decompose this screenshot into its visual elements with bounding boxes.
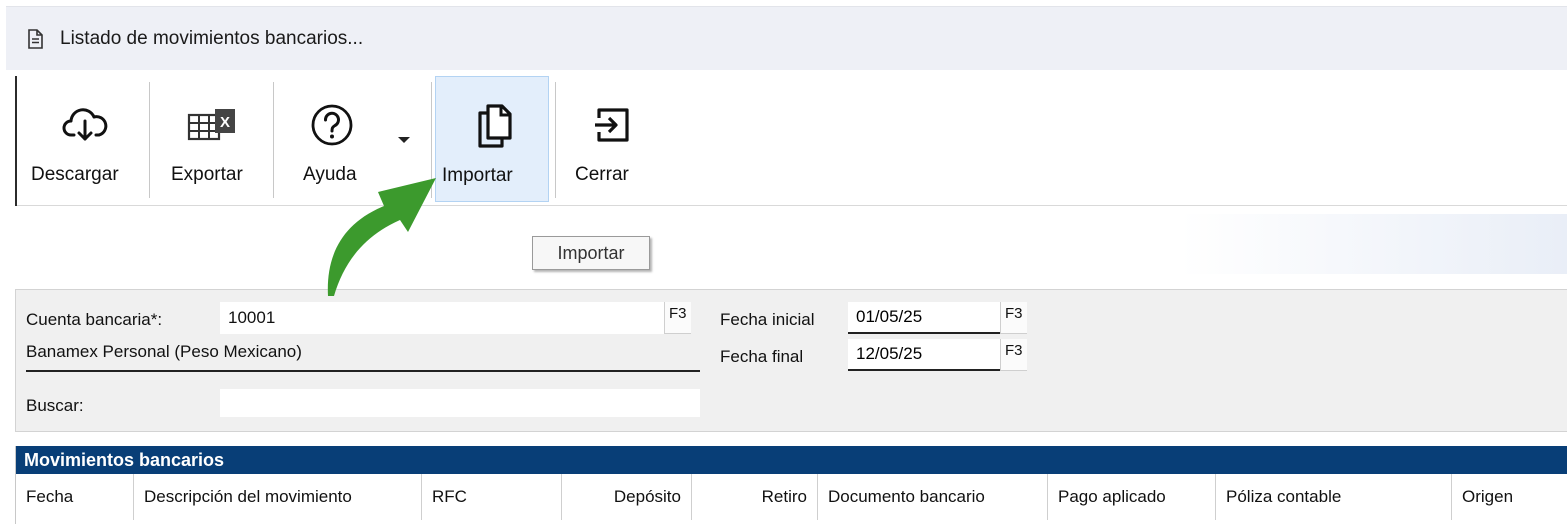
background-gradient — [1180, 214, 1567, 274]
fecha-inicial-f3-button[interactable]: F3 — [1000, 302, 1027, 334]
cloud-download-icon — [61, 102, 109, 148]
window-title: Listado de movimientos bancarios... — [60, 27, 364, 49]
grid-title: Movimientos bancarios — [16, 446, 1567, 474]
buscar-input[interactable] — [220, 389, 700, 417]
exit-arrow-icon — [589, 102, 635, 148]
copy-pages-icon — [468, 103, 518, 149]
column-header-documento[interactable]: Documento bancario — [818, 474, 1048, 520]
annotation-arrow — [327, 178, 436, 296]
toolbar-separator — [555, 82, 556, 198]
column-header-descripcion[interactable]: Descripción del movimiento — [134, 474, 422, 520]
cuenta-bancaria-input[interactable]: 10001 — [220, 302, 666, 334]
fecha-final-f3-button[interactable]: F3 — [1000, 339, 1027, 371]
column-header-rfc[interactable]: RFC — [422, 474, 562, 520]
column-header-fecha[interactable]: Fecha — [16, 474, 134, 520]
cuenta-description: Banamex Personal (Peso Mexicano) — [26, 342, 700, 372]
svg-text:X: X — [220, 114, 230, 131]
exportar-button[interactable]: X Exportar — [157, 76, 269, 202]
importar-label: Importar — [442, 165, 513, 186]
cuenta-bancaria-label: Cuenta bancaria*: — [26, 310, 163, 329]
movimientos-grid: Movimientos bancarios Fecha Descripción … — [15, 446, 1567, 524]
column-header-poliza[interactable]: Póliza contable — [1216, 474, 1452, 520]
column-header-origen[interactable]: Origen — [1452, 474, 1567, 520]
cerrar-label: Cerrar — [575, 164, 629, 185]
toolbar-divider — [17, 205, 1567, 206]
importar-tooltip: Importar — [532, 236, 650, 270]
descargar-button[interactable]: Descargar — [23, 76, 147, 202]
excel-grid-icon: X — [183, 102, 243, 148]
column-header-retiro[interactable]: Retiro — [692, 474, 818, 520]
exportar-label: Exportar — [171, 164, 243, 185]
filter-panel: Cuenta bancaria*: 10001 F3 Banamex Perso… — [15, 289, 1567, 432]
buscar-label: Buscar: — [26, 396, 84, 415]
column-header-pago-aplicado[interactable]: Pago aplicado — [1048, 474, 1216, 520]
column-header-deposito[interactable]: Depósito — [562, 474, 692, 520]
toolbar-separator — [149, 82, 150, 198]
document-icon — [28, 28, 43, 49]
importar-button[interactable]: Importar — [435, 76, 549, 202]
help-circle-icon — [307, 102, 357, 148]
window-title-bar: Listado de movimientos bancarios... — [6, 6, 1567, 70]
fecha-final-input[interactable]: 12/05/25 — [848, 339, 1002, 371]
cerrar-button[interactable]: Cerrar — [563, 76, 659, 202]
cuenta-f3-button[interactable]: F3 — [664, 302, 691, 334]
fecha-inicial-input[interactable]: 01/05/25 — [848, 302, 1002, 334]
fecha-inicial-label: Fecha inicial — [720, 310, 815, 329]
descargar-label: Descargar — [31, 164, 119, 185]
toolbar-separator — [273, 82, 274, 198]
grid-column-headers: Fecha Descripción del movimiento RFC Dep… — [16, 474, 1567, 520]
fecha-final-label: Fecha final — [720, 347, 804, 366]
chevron-down-icon[interactable] — [397, 136, 411, 144]
toolbar: Descargar X Exportar Ayuda Importar Cerr… — [15, 76, 1567, 206]
cuenta-description-text: Banamex Personal (Peso Mexicano) — [26, 342, 302, 361]
